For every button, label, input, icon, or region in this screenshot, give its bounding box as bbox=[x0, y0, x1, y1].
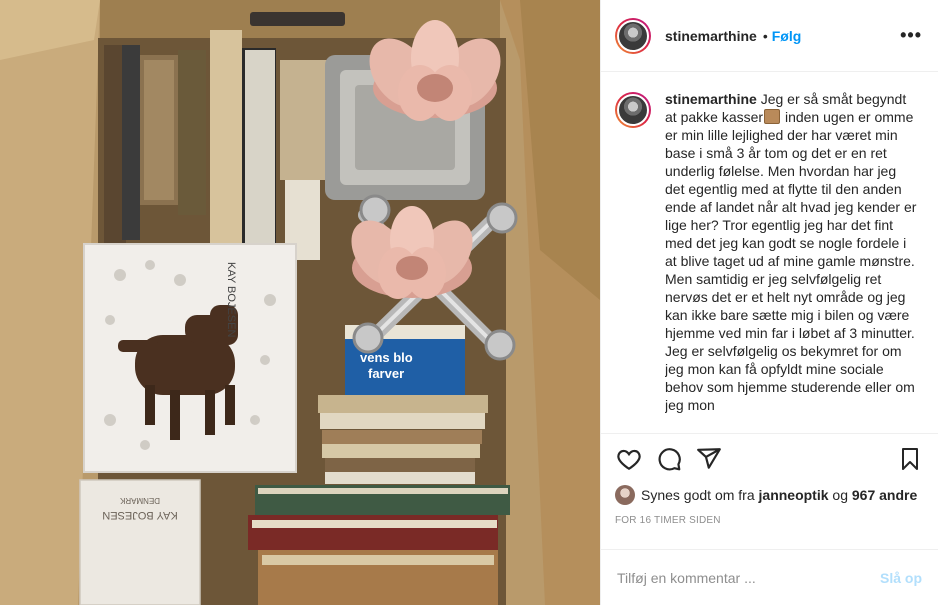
post-side-panel: stinemarthine • Følg ••• stinemarthine J… bbox=[600, 0, 938, 605]
post-caption: stinemarthine Jeg er så småt begyndt at … bbox=[601, 72, 938, 433]
share-icon[interactable] bbox=[695, 445, 723, 473]
liker-username[interactable]: janneoptik bbox=[759, 487, 829, 503]
comment-icon[interactable] bbox=[655, 445, 683, 473]
caption-body-rest: inden ugen er omme er min lille lejlighe… bbox=[665, 109, 917, 413]
comment-input[interactable] bbox=[617, 569, 880, 586]
more-horizontal-icon[interactable]: ••• bbox=[900, 25, 922, 46]
author-avatar[interactable] bbox=[615, 17, 651, 54]
likes-count[interactable]: 967 andre bbox=[852, 487, 917, 503]
likes-summary: Synes godt om fra janneoptik og 967 andr… bbox=[601, 483, 938, 507]
caption-avatar[interactable] bbox=[615, 92, 651, 128]
comment-form: Slå op bbox=[601, 549, 938, 605]
small-box-brand: KAY BOJESEN bbox=[102, 509, 177, 521]
follow-button[interactable]: Følg bbox=[772, 28, 802, 44]
header-separator: • bbox=[762, 27, 768, 44]
heart-icon[interactable] bbox=[615, 445, 643, 473]
author-username[interactable]: stinemarthine bbox=[665, 28, 757, 44]
small-box-sub: DENMARK bbox=[119, 496, 160, 505]
liker-avatar[interactable] bbox=[615, 485, 635, 505]
post-header: stinemarthine • Følg ••• bbox=[601, 0, 938, 72]
bookmark-icon[interactable] bbox=[896, 445, 924, 473]
likes-conj: og bbox=[832, 487, 848, 503]
caption-text: stinemarthine Jeg er så småt begyndt at … bbox=[665, 90, 917, 433]
blue-book-title-2: farver bbox=[368, 366, 404, 381]
post-photo[interactable]: KAY BOJESEN KAY BOJESEN DENMARK vens blo… bbox=[0, 0, 600, 605]
moving-box-photo: KAY BOJESEN KAY BOJESEN DENMARK vens blo… bbox=[0, 0, 600, 605]
box-brand-text: KAY BOJESEN bbox=[225, 262, 237, 337]
package-emoji-icon bbox=[764, 109, 781, 124]
post-timestamp[interactable]: FOR 16 TIMER SIDEN bbox=[601, 507, 938, 537]
caption-username[interactable]: stinemarthine bbox=[665, 91, 757, 107]
post-actions bbox=[601, 433, 938, 483]
likes-prefix: Synes godt om fra bbox=[641, 487, 755, 503]
post-comment-button[interactable]: Slå op bbox=[880, 570, 922, 586]
